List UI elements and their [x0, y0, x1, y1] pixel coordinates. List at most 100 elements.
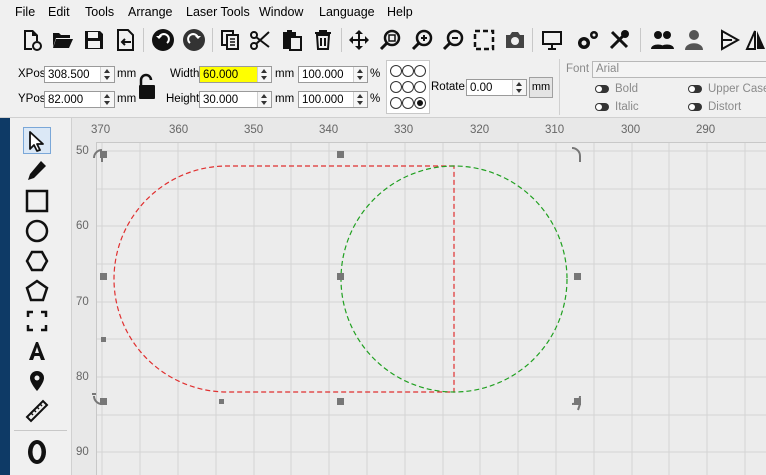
- italic-toggle[interactable]: [595, 103, 609, 111]
- italic-label: Italic: [615, 101, 639, 113]
- new-file-icon[interactable]: [17, 26, 45, 54]
- scale-height-input[interactable]: [300, 92, 356, 107]
- pen-tool-icon[interactable]: [23, 157, 51, 184]
- users-icon[interactable]: [648, 26, 676, 54]
- camera-icon[interactable]: [501, 26, 529, 54]
- redo-icon[interactable]: [180, 26, 208, 54]
- rotate-unit-button[interactable]: mm: [529, 77, 553, 98]
- xpos-input[interactable]: [46, 67, 102, 82]
- scale-width-percent: %: [370, 68, 381, 80]
- menu-language[interactable]: Language: [319, 5, 375, 19]
- upper-case-label: Upper Case: [708, 83, 766, 95]
- menu-window[interactable]: Window: [259, 5, 303, 19]
- distort-toggle[interactable]: [688, 103, 702, 111]
- rectangle-tool-icon[interactable]: [23, 187, 51, 214]
- zoom-in-icon[interactable]: [408, 26, 436, 54]
- send-icon[interactable]: [716, 26, 744, 54]
- scale-width-input[interactable]: [300, 67, 356, 82]
- selection-handle: [219, 399, 224, 404]
- frame-tool-icon[interactable]: [23, 307, 51, 334]
- font-select-value: Arial: [596, 63, 620, 75]
- frame-icon[interactable]: [470, 26, 498, 54]
- lock-aspect-icon[interactable]: [137, 73, 159, 101]
- bold-label: Bold: [615, 83, 639, 95]
- ypos-input[interactable]: [46, 92, 102, 107]
- ellipse-tool-icon[interactable]: [23, 217, 51, 244]
- design-canvas[interactable]: 370 360 350 340 330 320 310 300 290 50 6…: [72, 118, 766, 475]
- selection-handle: [101, 337, 106, 342]
- xpos-label: XPos: [18, 68, 46, 80]
- rotate-stepper[interactable]: [512, 80, 526, 95]
- height-stepper[interactable]: [257, 92, 271, 107]
- width-spinbox[interactable]: [199, 66, 272, 83]
- font-panel: Font Arial Bold Italic Upper Case Distor…: [563, 60, 766, 116]
- scale-height-percent: %: [370, 93, 381, 105]
- selection-handle: [574, 273, 581, 280]
- canvas-shapes: [92, 147, 581, 411]
- polygon-tool-icon[interactable]: [23, 247, 51, 274]
- width-label: Width: [170, 68, 200, 80]
- selection-handle: [337, 273, 344, 280]
- anchor-selector[interactable]: [386, 60, 430, 114]
- selection-handle: [337, 398, 344, 405]
- menu-edit[interactable]: Edit: [48, 5, 70, 19]
- pentagon-tool-icon[interactable]: [23, 277, 51, 304]
- user-icon[interactable]: [680, 26, 708, 54]
- tools-icon[interactable]: [605, 26, 633, 54]
- scale-width-spinbox[interactable]: [298, 66, 368, 83]
- undo-icon[interactable]: [149, 26, 177, 54]
- tool-palette: [10, 118, 72, 475]
- height-input[interactable]: [201, 92, 259, 107]
- menu-help[interactable]: Help: [387, 5, 413, 19]
- selection-handle: [100, 151, 107, 158]
- zoom-fit-icon[interactable]: [376, 26, 404, 54]
- open-folder-icon[interactable]: [48, 26, 76, 54]
- rotate-handle-icon: [571, 147, 581, 162]
- bold-toggle[interactable]: [595, 85, 609, 93]
- rotate-input[interactable]: [468, 80, 514, 95]
- menu-file[interactable]: File: [15, 5, 35, 19]
- ypos-unit: mm: [117, 93, 137, 105]
- delete-icon[interactable]: [309, 26, 337, 54]
- text-tool-icon[interactable]: [23, 337, 51, 364]
- width-stepper[interactable]: [257, 67, 271, 82]
- xpos-stepper[interactable]: [100, 67, 114, 82]
- flip-icon[interactable]: [742, 26, 766, 54]
- scale-width-stepper[interactable]: [353, 67, 367, 82]
- move-icon[interactable]: [345, 26, 373, 54]
- paste-icon[interactable]: [278, 26, 306, 54]
- measure-tool-icon[interactable]: [23, 397, 51, 424]
- export-icon[interactable]: [111, 26, 139, 54]
- selection-handle: [100, 273, 107, 280]
- xpos-spinbox[interactable]: [44, 66, 115, 83]
- menu-laser-tools[interactable]: Laser Tools: [186, 5, 250, 19]
- upper-case-toggle[interactable]: [688, 85, 702, 93]
- distort-label: Distort: [708, 101, 742, 113]
- rotate-label: Rotate: [431, 81, 465, 93]
- height-label: Height: [166, 93, 200, 105]
- layer-zero-icon[interactable]: [23, 438, 51, 465]
- selected-shape: [113, 165, 455, 393]
- monitor-icon[interactable]: [538, 26, 566, 54]
- rotate-spinbox[interactable]: [466, 79, 527, 96]
- font-label: Font: [566, 63, 590, 75]
- scale-height-spinbox[interactable]: [298, 91, 368, 108]
- settings-gears-icon[interactable]: [574, 26, 602, 54]
- width-unit: mm: [275, 68, 295, 80]
- main-toolbar: [0, 24, 766, 58]
- window-edge: [0, 118, 10, 475]
- select-tool-icon[interactable]: [23, 127, 51, 154]
- cut-icon[interactable]: [246, 26, 274, 54]
- ypos-stepper[interactable]: [100, 92, 114, 107]
- menu-tools[interactable]: Tools: [85, 5, 114, 19]
- height-spinbox[interactable]: [199, 91, 272, 108]
- font-select[interactable]: Arial: [592, 61, 766, 78]
- save-icon[interactable]: [80, 26, 108, 54]
- menu-arrange[interactable]: Arrange: [128, 5, 172, 19]
- position-marker-icon[interactable]: [23, 367, 51, 394]
- ypos-spinbox[interactable]: [44, 91, 115, 108]
- zoom-out-icon[interactable]: [439, 26, 467, 54]
- copy-icon[interactable]: [216, 26, 244, 54]
- scale-height-stepper[interactable]: [353, 92, 367, 107]
- width-input[interactable]: [201, 67, 259, 82]
